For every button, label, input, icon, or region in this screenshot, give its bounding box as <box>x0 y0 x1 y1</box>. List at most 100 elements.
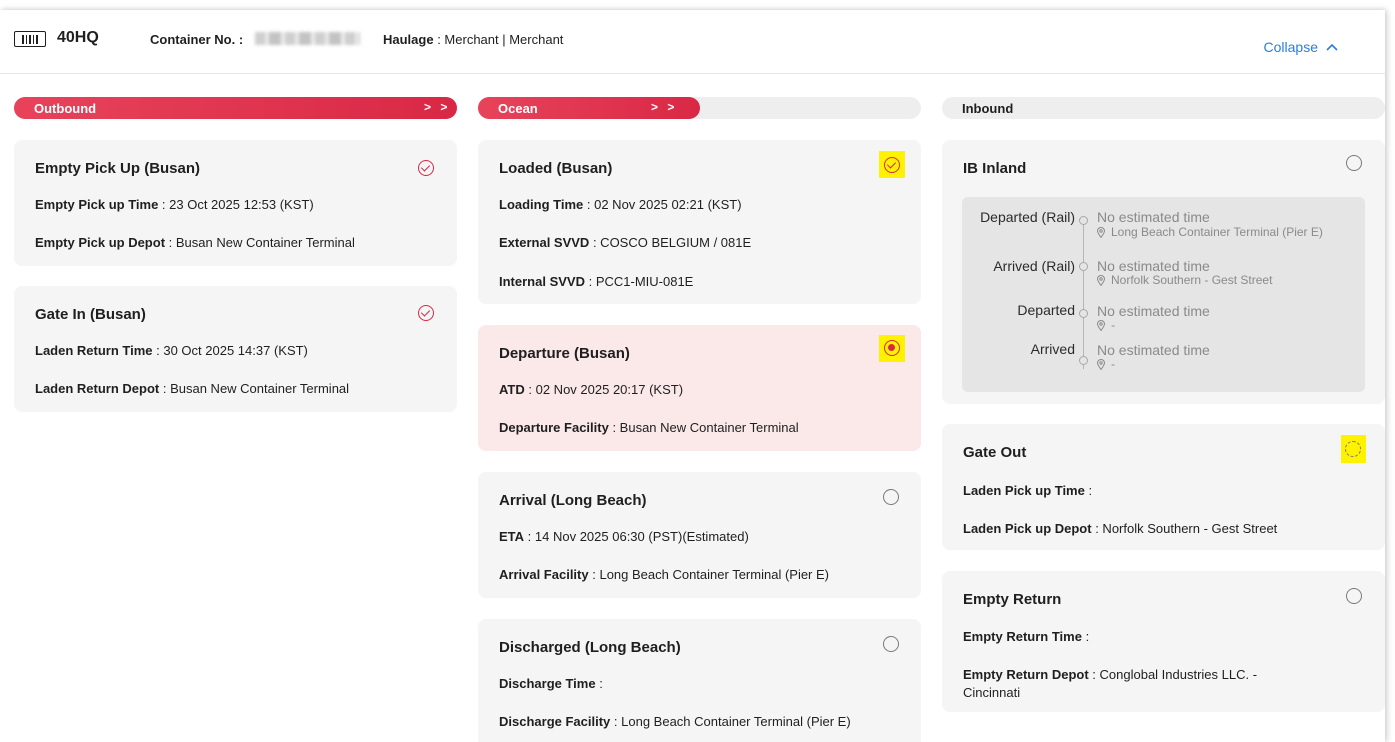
field-value: : <box>1088 483 1093 498</box>
field-value: : Busan New Container Terminal <box>612 420 799 435</box>
timeline-event-time: No estimated time <box>1097 258 1210 274</box>
timeline-dot <box>1079 216 1088 225</box>
field-label: Laden Return Depot <box>35 381 160 396</box>
arrival-facility: Arrival Facility : Long Beach Container … <box>499 567 829 582</box>
card-ib-inland: IB Inland Departed (Rail) No estimated t… <box>942 140 1385 404</box>
field-value: : <box>599 676 603 691</box>
phase-bar-ocean: Ocean > > <box>478 97 921 119</box>
field-value: : 02 Nov 2025 20:17 (KST) <box>528 382 684 397</box>
field-label: Laden Pick up Depot <box>963 521 1092 536</box>
phase-arrows-outbound: > > <box>424 100 451 114</box>
collapse-button[interactable]: Collapse <box>1264 39 1338 55</box>
location-pin-icon <box>1097 358 1105 370</box>
field-value: : Norfolk Southern - Gest Street <box>1095 521 1278 536</box>
card-title: IB Inland <box>963 160 1027 177</box>
card-empty-pick-up: Empty Pick Up (Busan) Empty Pick up Time… <box>14 140 457 266</box>
laden-pick-up-depot: Laden Pick up Depot : Norfolk Southern -… <box>963 521 1277 536</box>
atd: ATD : 02 Nov 2025 20:17 (KST) <box>499 382 683 397</box>
container-type: 40HQ <box>57 29 99 46</box>
field-label: Discharge Facility <box>499 714 611 729</box>
field-value: : 23 Oct 2025 12:53 (KST) <box>161 197 314 212</box>
timeline-event-label: Arrived <box>1030 341 1075 357</box>
empty-circle-icon <box>1346 588 1362 604</box>
laden-return-depot: Laden Return Depot : Busan New Container… <box>35 381 349 396</box>
haulage-label: Haulage <box>383 32 434 47</box>
card-title: Gate In (Busan) <box>35 306 146 323</box>
card-title: Empty Pick Up (Busan) <box>35 160 201 177</box>
card-title: Gate Out <box>963 444 1027 461</box>
internal-svvd: Internal SVVD : PCC1-MIU-081E <box>499 274 693 289</box>
empty-circle-icon <box>1345 441 1361 457</box>
place-text: - <box>1111 318 1115 332</box>
field-label: External SVVD <box>499 235 590 250</box>
location-pin-icon <box>1097 319 1105 331</box>
card-loaded: Loaded (Busan) Loading Time : 02 Nov 202… <box>478 140 921 304</box>
phase-bar-inbound: Inbound <box>942 97 1385 119</box>
field-value: : Long Beach Container Terminal (Pier E) <box>592 567 830 582</box>
field-label: ATD <box>499 382 525 397</box>
chevron-up-icon <box>1326 43 1338 51</box>
departure-facility: Departure Facility : Busan New Container… <box>499 420 799 435</box>
empty-circle-icon <box>883 489 899 505</box>
place-text: Norfolk Southern - Gest Street <box>1111 273 1273 287</box>
field-label: Internal SVVD <box>499 274 585 289</box>
empty-return-depot: Empty Return Depot : Conglobal Industrie… <box>963 667 1257 682</box>
card-departure: Departure (Busan) ATD : 02 Nov 2025 20:1… <box>478 325 921 451</box>
field-value: : Conglobal Industries LLC. - <box>1092 667 1258 682</box>
card-title: Arrival (Long Beach) <box>499 492 647 509</box>
discharge-time: Discharge Time : <box>499 676 603 691</box>
field-value: : Busan New Container Terminal <box>162 381 350 396</box>
card-title: Loaded (Busan) <box>499 160 613 177</box>
collapse-label: Collapse <box>1263 39 1318 55</box>
field-value: : <box>1085 629 1090 644</box>
place-text: Long Beach Container Terminal (Pier E) <box>1111 225 1323 239</box>
field-label: Empty Return Depot <box>963 667 1089 682</box>
laden-return-time: Laden Return Time : 30 Oct 2025 14:37 (K… <box>35 343 308 358</box>
field-value: : 30 Oct 2025 14:37 (KST) <box>156 343 308 358</box>
check-circle-icon <box>418 305 434 321</box>
timeline-event-time: No estimated time <box>1097 303 1210 319</box>
timeline-dot <box>1079 309 1088 318</box>
container-no-redacted <box>255 32 360 45</box>
timeline-event-label: Departed (Rail) <box>980 209 1075 225</box>
field-label: Laden Pick up Time <box>963 483 1085 498</box>
field-value: : 14 Nov 2025 06:30 (PST)(Estimated) <box>527 529 749 544</box>
field-value: : Long Beach Container Terminal (Pier E) <box>613 714 851 729</box>
card-gate-in: Gate In (Busan) Laden Return Time : 30 O… <box>14 286 457 412</box>
container-header: 40HQ Container No. : Haulage : Merchant … <box>0 10 1385 74</box>
discharge-facility: Discharge Facility : Long Beach Containe… <box>499 714 851 729</box>
laden-pick-up-time: Laden Pick up Time : <box>963 483 1092 498</box>
empty-pick-up-depot: Empty Pick up Depot : Busan New Containe… <box>35 235 355 250</box>
haulage-value: : Merchant | Merchant <box>437 32 564 47</box>
inland-timeline: Departed (Rail) No estimated time Long B… <box>962 197 1365 392</box>
card-arrival: Arrival (Long Beach) ETA : 14 Nov 2025 0… <box>478 472 921 598</box>
timeline-event-place: - <box>1097 318 1115 332</box>
phase-label-inbound: Inbound <box>962 101 1014 116</box>
check-circle-icon <box>884 157 900 173</box>
location-pin-icon <box>1097 226 1105 238</box>
card-discharged: Discharged (Long Beach) Discharge Time :… <box>478 619 921 742</box>
timeline-dot <box>1079 356 1088 365</box>
field-value: : COSCO BELGIUM / 081E <box>592 235 752 250</box>
field-label: Empty Pick up Depot <box>35 235 166 250</box>
field-value: : Busan New Container Terminal <box>168 235 355 250</box>
field-label: ETA <box>499 529 525 544</box>
card-gate-out: Gate Out Laden Pick up Time : Laden Pick… <box>942 424 1385 550</box>
card-title: Empty Return <box>963 591 1062 608</box>
card-empty-return: Empty Return Empty Return Time : Empty R… <box>942 571 1385 712</box>
timeline-event-time: No estimated time <box>1097 342 1210 358</box>
field-label: Laden Return Time <box>35 343 153 358</box>
container-icon <box>14 31 46 47</box>
tracking-panel: 40HQ Container No. : Haulage : Merchant … <box>0 10 1385 742</box>
field-label: Empty Return Time <box>963 629 1082 644</box>
empty-return-time: Empty Return Time : <box>963 629 1089 644</box>
location-pin-icon <box>1097 274 1105 286</box>
empty-pick-up-time: Empty Pick up Time : 23 Oct 2025 12:53 (… <box>35 197 314 212</box>
timeline-event-place: - <box>1097 357 1115 371</box>
loading-time: Loading Time : 02 Nov 2025 02:21 (KST) <box>499 197 742 212</box>
timeline-event-place: Long Beach Container Terminal (Pier E) <box>1097 225 1323 239</box>
radio-active-icon <box>884 340 900 356</box>
place-text: - <box>1111 357 1115 371</box>
phase-arrows-ocean: > > <box>651 100 678 114</box>
container-no-label: Container No. : <box>150 32 244 47</box>
